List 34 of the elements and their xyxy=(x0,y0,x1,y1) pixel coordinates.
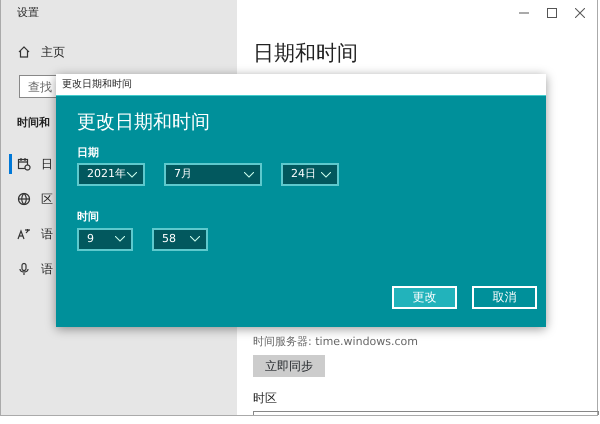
home-icon xyxy=(17,44,31,58)
section-heading: 时间和 xyxy=(16,114,50,131)
time-server-text: 时间服务器: time.windows.com xyxy=(253,334,420,350)
globe-icon xyxy=(17,192,31,206)
date-label: 日期 xyxy=(77,144,100,160)
cancel-button[interactable]: 取消 xyxy=(472,286,537,308)
dropdown[interactable]: 24日 xyxy=(281,163,339,186)
dropdown[interactable]: 58 xyxy=(152,228,208,250)
window-title: 设置 xyxy=(16,4,40,21)
timezone-label: 时区 xyxy=(253,390,278,407)
home-nav-item[interactable]: 主页 xyxy=(9,34,69,69)
page-title: 日期和时间 xyxy=(253,40,359,67)
timezone-field[interactable] xyxy=(253,411,599,415)
chevron-down-icon xyxy=(115,236,125,242)
sidebar-item[interactable]: 语 xyxy=(9,251,57,286)
sidebar-item[interactable]: 区 xyxy=(9,181,57,216)
sidebar-item[interactable]: 日 xyxy=(9,146,57,181)
dropdown[interactable]: 9 xyxy=(77,228,133,250)
calendar-icon xyxy=(17,156,31,170)
microphone-icon xyxy=(17,262,31,276)
maximize-icon[interactable] xyxy=(547,8,557,18)
sidebar-item[interactable]: 语 xyxy=(9,216,57,251)
dialog-title: 更改日期和时间 xyxy=(56,74,546,96)
chevron-down-icon xyxy=(190,236,200,242)
language-icon xyxy=(17,226,31,240)
chevron-down-icon xyxy=(321,172,331,178)
sync-now-button[interactable]: 立即同步 xyxy=(253,355,325,377)
dialog-heading: 更改日期和时间 xyxy=(77,110,211,135)
close-icon[interactable] xyxy=(575,8,585,18)
chevron-down-icon xyxy=(127,172,137,178)
chevron-down-icon xyxy=(244,172,254,178)
dropdown[interactable]: 7月 xyxy=(164,163,262,186)
dropdown[interactable]: 2021年 xyxy=(77,163,145,186)
time-label: 时间 xyxy=(77,209,100,225)
